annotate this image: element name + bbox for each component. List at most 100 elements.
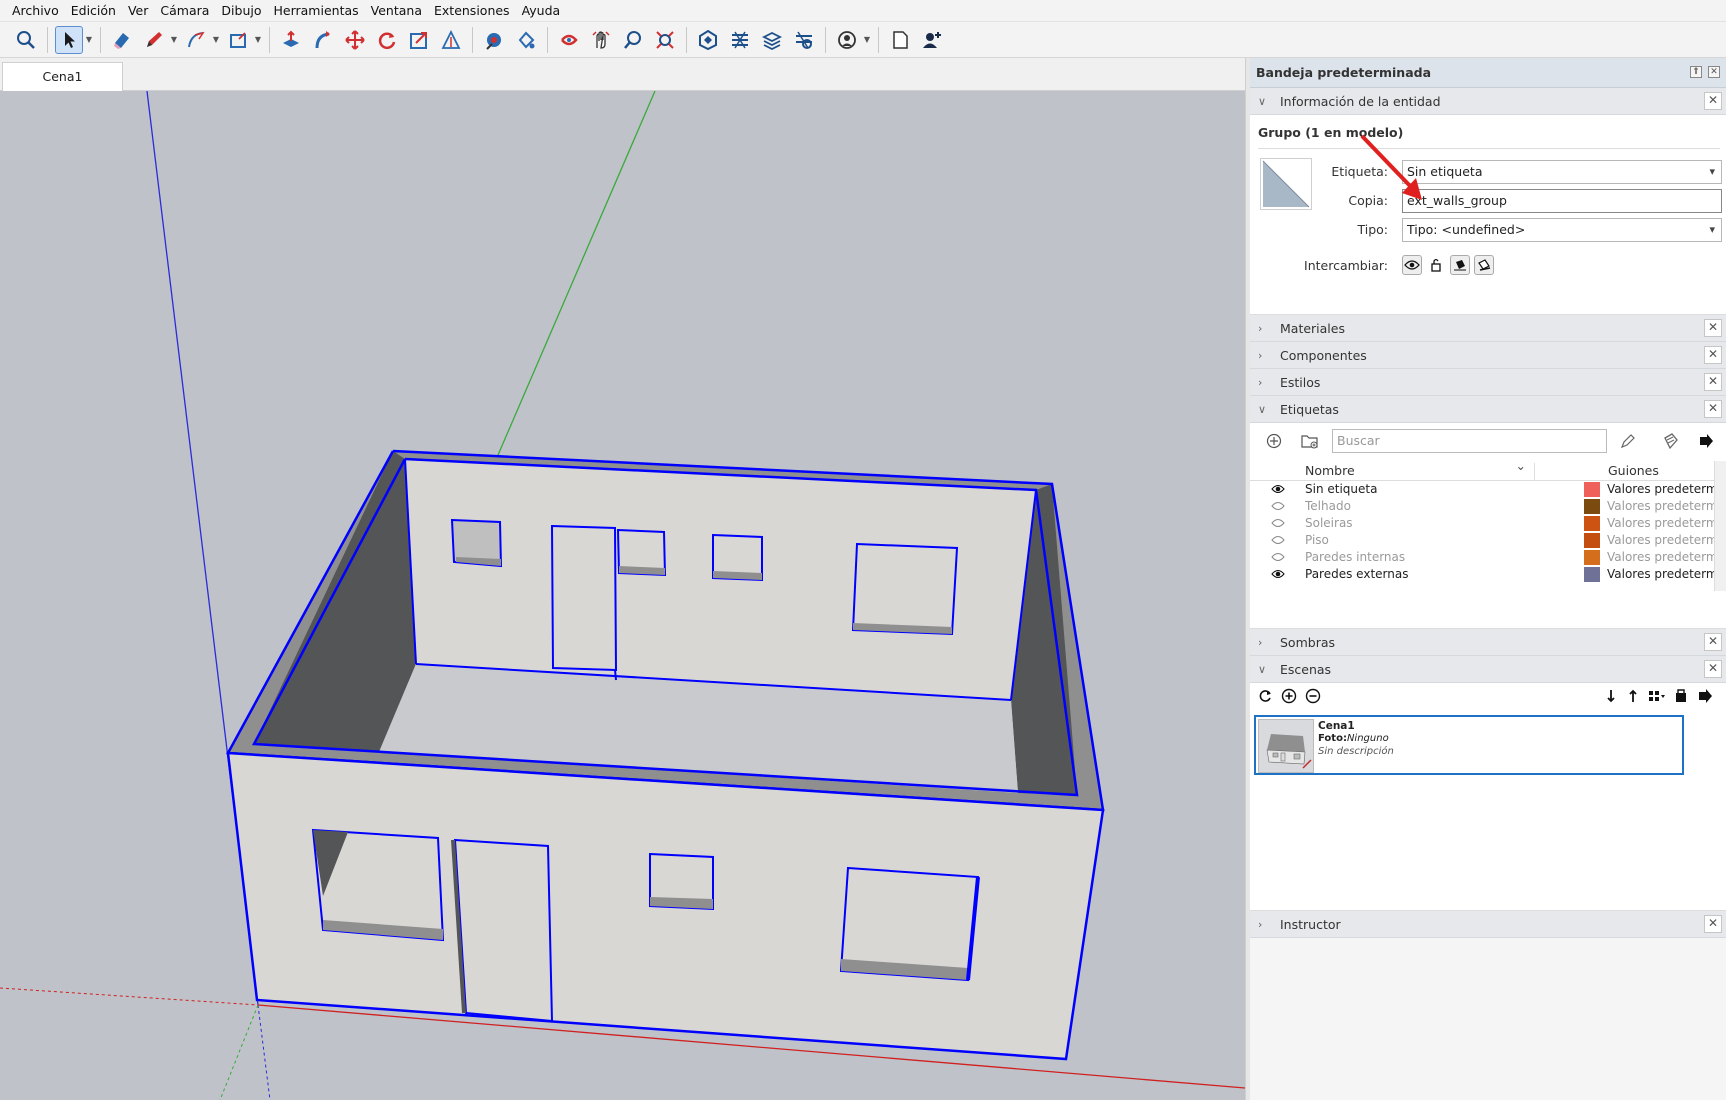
details-arrow-icon[interactable] [1696, 431, 1716, 451]
tag-color-swatch[interactable] [1584, 482, 1600, 497]
add-scene-icon[interactable] [1280, 687, 1298, 705]
tape-measure-icon[interactable] [480, 26, 508, 54]
tag-name[interactable]: Soleiras [1305, 516, 1353, 530]
tag-select[interactable]: Sin etiqueta [1402, 160, 1722, 184]
tag-name[interactable]: Paredes internas [1305, 550, 1405, 564]
receive-shadows-icon[interactable] [1474, 255, 1494, 275]
tag-name[interactable]: Paredes externas [1305, 567, 1408, 581]
color-by-tag-icon[interactable] [1660, 431, 1680, 451]
rectangle-icon[interactable] [224, 26, 252, 54]
lock-icon[interactable] [1426, 255, 1446, 275]
arc-icon[interactable] [182, 26, 210, 54]
orbit-icon[interactable] [555, 26, 583, 54]
paint-bucket-icon[interactable] [512, 26, 540, 54]
tag-color-swatch[interactable] [1584, 567, 1600, 582]
menu-herramientas[interactable]: Herramientas [268, 0, 365, 22]
panel-tags-header[interactable]: ∨ Etiquetas ✕ [1250, 396, 1726, 423]
material-swatch[interactable] [1260, 158, 1312, 210]
menu-ver[interactable]: Ver [122, 0, 154, 22]
menu-extensiones[interactable]: Extensiones [428, 0, 516, 22]
move-up-icon[interactable] [1624, 687, 1642, 705]
eye-icon[interactable] [1271, 483, 1285, 495]
scale-icon[interactable] [405, 26, 433, 54]
update-scene-icon[interactable] [1672, 687, 1690, 705]
menu-edicion[interactable]: Edición [65, 0, 122, 22]
pin-icon[interactable]: ⇑ [1690, 66, 1702, 78]
eye-icon[interactable] [1402, 255, 1422, 275]
menu-dibujo[interactable]: Dibujo [215, 0, 267, 22]
eye-hidden-icon[interactable] [1271, 517, 1285, 529]
tag-row[interactable]: Soleiras Valores predeterminados [1250, 515, 1720, 532]
tag-name[interactable]: Telhado [1305, 499, 1351, 513]
chevron-down-icon[interactable]: ▼ [254, 26, 262, 54]
tag-name[interactable]: Sin etiqueta [1305, 482, 1377, 496]
search-icon[interactable] [12, 26, 40, 54]
extension-manager-icon[interactable] [790, 26, 818, 54]
close-icon[interactable]: ✕ [1704, 633, 1722, 651]
tag-dashes[interactable]: Valores predeterminados [1607, 499, 1717, 513]
tag-color-swatch[interactable] [1584, 516, 1600, 531]
push-pull-icon[interactable] [277, 26, 305, 54]
close-icon[interactable]: ✕ [1704, 915, 1722, 933]
tag-color-swatch[interactable] [1584, 550, 1600, 565]
eye-hidden-icon[interactable] [1271, 551, 1285, 563]
rotate-icon[interactable] [373, 26, 401, 54]
tab-scene-cena1[interactable]: Cena1 [2, 62, 123, 92]
offset-icon[interactable] [437, 26, 465, 54]
panel-entity-info-header[interactable]: ∨ Información de la entidad ✕ [1250, 88, 1726, 115]
add-user-icon[interactable] [918, 26, 946, 54]
refresh-icon[interactable] [1256, 687, 1274, 705]
tag-dashes[interactable]: Valores predeterminados [1607, 567, 1717, 581]
tags-search-input[interactable]: Buscar [1332, 429, 1607, 453]
tag-tool-icon[interactable] [1618, 431, 1638, 451]
layers-icon[interactable] [758, 26, 786, 54]
follow-me-icon[interactable] [309, 26, 337, 54]
close-icon[interactable]: ✕ [1704, 373, 1722, 391]
close-icon[interactable]: ✕ [1704, 319, 1722, 337]
tags-scrollbar[interactable] [1714, 461, 1726, 591]
column-header-dashes[interactable]: Guiones [1608, 463, 1659, 478]
tag-color-swatch[interactable] [1584, 499, 1600, 514]
type-select[interactable]: Tipo: <undefined> [1402, 218, 1722, 242]
chevron-down-icon[interactable]: ▼ [212, 26, 220, 54]
menu-archivo[interactable]: Archivo [6, 0, 65, 22]
extension-warehouse-icon[interactable] [726, 26, 754, 54]
tag-row[interactable]: Sin etiqueta Valores predeterminados [1250, 481, 1720, 498]
panel-shadows-header[interactable]: › Sombras ✕ [1250, 629, 1726, 656]
select-tool-icon[interactable] [55, 25, 83, 54]
tag-dashes[interactable]: Valores predeterminados [1607, 516, 1717, 530]
tag-dashes[interactable]: Valores predeterminados [1607, 533, 1717, 547]
close-icon[interactable]: ✕ [1704, 92, 1722, 110]
cast-shadows-icon[interactable] [1450, 255, 1470, 275]
tag-dashes[interactable]: Valores predeterminados [1607, 550, 1717, 564]
close-icon[interactable]: ✕ [1704, 346, 1722, 364]
menu-camara[interactable]: Cámara [154, 0, 215, 22]
panel-components-header[interactable]: › Componentes ✕ [1250, 342, 1726, 369]
menu-ventana[interactable]: Ventana [365, 0, 428, 22]
zoom-extents-icon[interactable] [651, 26, 679, 54]
close-icon[interactable]: ✕ [1704, 400, 1722, 418]
account-icon[interactable] [833, 26, 861, 54]
eraser-icon[interactable] [108, 26, 136, 54]
tag-row[interactable]: Paredes internas Valores predeterminados [1250, 549, 1720, 566]
move-down-icon[interactable] [1602, 687, 1620, 705]
move-icon[interactable] [341, 26, 369, 54]
tag-color-swatch[interactable] [1584, 533, 1600, 548]
tag-row[interactable]: Piso Valores predeterminados [1250, 532, 1720, 549]
add-folder-icon[interactable] [1300, 431, 1320, 451]
tag-name[interactable]: Piso [1305, 533, 1329, 547]
eye-hidden-icon[interactable] [1271, 534, 1285, 546]
close-icon[interactable]: ✕ [1708, 66, 1720, 78]
panel-instructor-header[interactable]: › Instructor ✕ [1250, 911, 1726, 938]
eye-icon[interactable] [1271, 568, 1285, 580]
panel-styles-header[interactable]: › Estilos ✕ [1250, 369, 1726, 396]
close-icon[interactable]: ✕ [1704, 660, 1722, 678]
scene-card-cena1[interactable]: Cena1 Foto:Ninguno Sin descripción [1254, 715, 1684, 775]
pencil-icon[interactable] [140, 26, 168, 54]
tag-row[interactable]: Telhado Valores predeterminados [1250, 498, 1720, 515]
chevron-down-icon[interactable]: ▼ [85, 26, 93, 54]
eye-hidden-icon[interactable] [1271, 500, 1285, 512]
3d-viewport[interactable] [0, 91, 1245, 1100]
details-arrow-icon[interactable] [1696, 687, 1714, 705]
pan-icon[interactable] [587, 26, 615, 54]
